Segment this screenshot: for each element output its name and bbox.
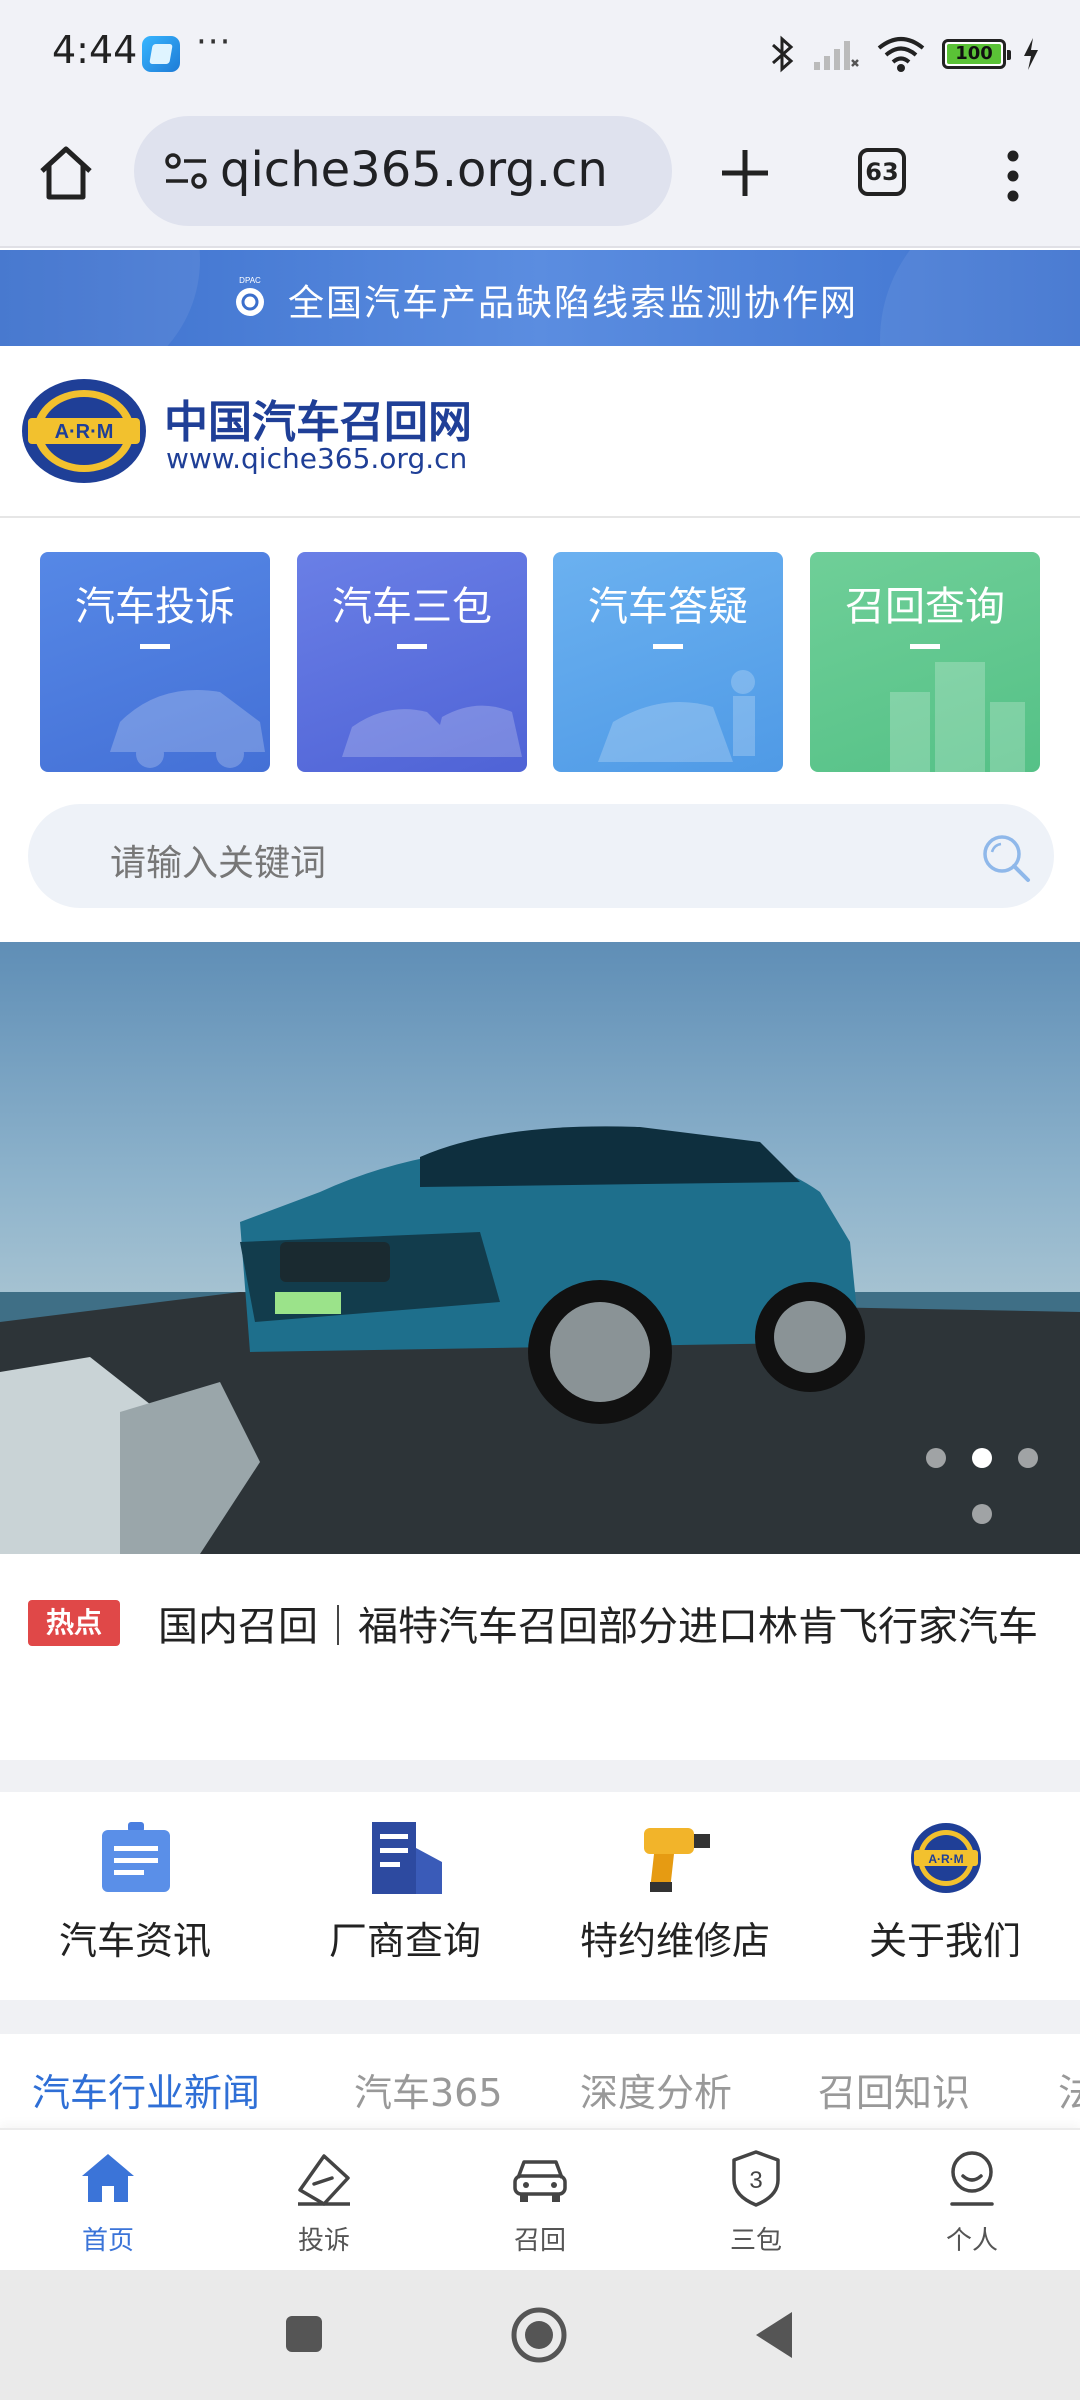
- svg-text:A·R·M: A·R·M: [928, 1852, 963, 1866]
- card-warranty[interactable]: 汽车三包: [297, 552, 527, 772]
- building-icon: [372, 1822, 442, 1894]
- tab-industry-news[interactable]: 汽车行业新闻: [32, 2062, 260, 2117]
- carousel-dot[interactable]: [1018, 1448, 1038, 1468]
- more-notifications-icon: ···: [196, 22, 232, 62]
- nav-label: 首页: [81, 2226, 134, 2256]
- category-tabs: 汽车行业新闻 汽车365 深度分析 召回知识 法: [0, 2034, 1080, 2128]
- arm-logo-icon: A·R·M: [911, 1823, 981, 1893]
- grid-item-about-us[interactable]: A·R·M 关于我们: [810, 1792, 1080, 2000]
- top-banner: DPAC 全国汽车产品缺陷线索监测协作网: [0, 250, 1080, 346]
- nav-complaint[interactable]: 投诉: [216, 2130, 432, 2272]
- url-text[interactable]: qiche365.org.cn: [220, 142, 608, 198]
- nav-label: 投诉: [297, 2226, 350, 2256]
- nav-label: 个人: [945, 2226, 998, 2256]
- card-label: 汽车答疑: [588, 584, 748, 630]
- svg-text:A·R·M: A·R·M: [55, 421, 114, 443]
- card-recall-query[interactable]: 召回查询: [810, 552, 1040, 772]
- app-notification-icon: [142, 36, 180, 72]
- bluetooth-icon: [772, 35, 794, 73]
- bottom-nav: 首页 投诉 召回 3 三包 个人: [0, 2128, 1080, 2270]
- nav-personal[interactable]: 个人: [864, 2130, 1080, 2272]
- buildings-illustration-icon: [890, 662, 1025, 772]
- card-qa[interactable]: 汽车答疑: [553, 552, 783, 772]
- cellular-signal-icon: [814, 41, 859, 70]
- carousel-dot[interactable]: [926, 1448, 946, 1468]
- hot-news[interactable]: 热点 国内召回｜福特汽车召回部分进口林肯飞行家汽车: [0, 1554, 1080, 1760]
- home-button-icon[interactable]: [510, 2306, 568, 2364]
- grid-label: 汽车资讯: [58, 1919, 211, 1963]
- new-tab-icon[interactable]: [718, 146, 772, 200]
- recent-apps-icon[interactable]: [284, 2314, 324, 2354]
- url-bar[interactable]: qiche365.org.cn: [134, 116, 672, 226]
- cars-illustration-icon: [342, 705, 522, 757]
- nav-home[interactable]: 首页: [0, 2130, 216, 2272]
- dpac-logo-icon: DPAC: [236, 276, 264, 316]
- card-label: 召回查询: [845, 584, 1005, 630]
- banner-text: 全国汽车产品缺陷线索监测协作网: [288, 283, 859, 324]
- shield-3-icon: 3: [732, 2150, 780, 2207]
- tab-qiche365[interactable]: 汽车365: [354, 2062, 503, 2117]
- search-icon[interactable]: [980, 832, 1032, 884]
- site-header: A·R·M 中国汽车召回网 www.qiche365.org.cn: [0, 346, 1080, 518]
- site-url: www.qiche365.org.cn: [166, 442, 468, 475]
- status-bar: 4:44 ··· 100: [0, 0, 1080, 108]
- wifi-icon: [877, 37, 925, 72]
- grid-label: 厂商查询: [328, 1919, 481, 1963]
- grid-item-manufacturer[interactable]: 厂商查询: [270, 1792, 540, 2000]
- clock: 4:44: [52, 28, 138, 72]
- home-icon: [82, 2154, 134, 2202]
- browser-toolbar: qiche365.org.cn 63: [0, 108, 1080, 248]
- grid-label: 关于我们: [868, 1919, 1021, 1963]
- grid-label: 特约维修店: [579, 1919, 770, 1963]
- tab-deep-analysis[interactable]: 深度分析: [580, 2062, 732, 2117]
- card-label: 汽车投诉: [75, 584, 235, 630]
- car-illustration-icon: [110, 690, 265, 768]
- search-placeholder: 请输入关键词: [110, 843, 327, 884]
- nav-label: 召回: [513, 2226, 566, 2256]
- arm-logo-icon[interactable]: A·R·M: [20, 376, 148, 486]
- carousel-dot[interactable]: [972, 1504, 992, 1524]
- grid-item-repair-shop[interactable]: 特约维修店: [540, 1792, 810, 2000]
- tab-recall-knowledge[interactable]: 召回知识: [818, 2062, 970, 2117]
- nav-recall[interactable]: 召回: [432, 2130, 648, 2272]
- svg-text:DPAC: DPAC: [239, 276, 261, 285]
- search-input[interactable]: 请输入关键词: [28, 804, 1054, 908]
- back-icon[interactable]: [752, 2310, 796, 2360]
- grid-item-news[interactable]: 汽车资讯: [0, 1792, 270, 2000]
- car-person-illustration-icon: [598, 670, 755, 762]
- site-settings-icon[interactable]: [164, 152, 208, 190]
- nav-label: 三包: [729, 2226, 782, 2256]
- svg-text:3: 3: [749, 2167, 762, 2194]
- news-icon: [102, 1822, 170, 1892]
- hot-news-text[interactable]: 国内召回｜福特汽车召回部分进口林肯飞行家汽车: [28, 1594, 1048, 1660]
- battery-icon: 100: [942, 39, 1011, 69]
- drill-icon: [644, 1828, 710, 1892]
- person-icon: [950, 2151, 994, 2206]
- home-icon[interactable]: [36, 144, 96, 202]
- card-label: 汽车三包: [332, 584, 492, 630]
- hero-carousel[interactable]: [0, 942, 1080, 1554]
- feature-grid: 汽车资讯 厂商查询 特约维修店 A·R·M 关于我们: [0, 1792, 1080, 2000]
- system-nav-bar: [0, 2270, 1080, 2400]
- site-title[interactable]: 中国汽车召回网: [164, 386, 472, 450]
- charging-icon: [1024, 38, 1038, 70]
- car-icon: [513, 2160, 567, 2202]
- menu-more-icon[interactable]: [1000, 148, 1026, 204]
- card-complaint[interactable]: 汽车投诉: [40, 552, 270, 772]
- hero-car-image: [0, 1126, 1080, 1554]
- complaint-icon: [298, 2154, 350, 2206]
- tab-switcher-button[interactable]: 63: [858, 148, 906, 196]
- carousel-dot-active[interactable]: [972, 1448, 992, 1468]
- nav-warranty[interactable]: 3 三包: [648, 2130, 864, 2272]
- tab-law[interactable]: 法: [1058, 2062, 1080, 2117]
